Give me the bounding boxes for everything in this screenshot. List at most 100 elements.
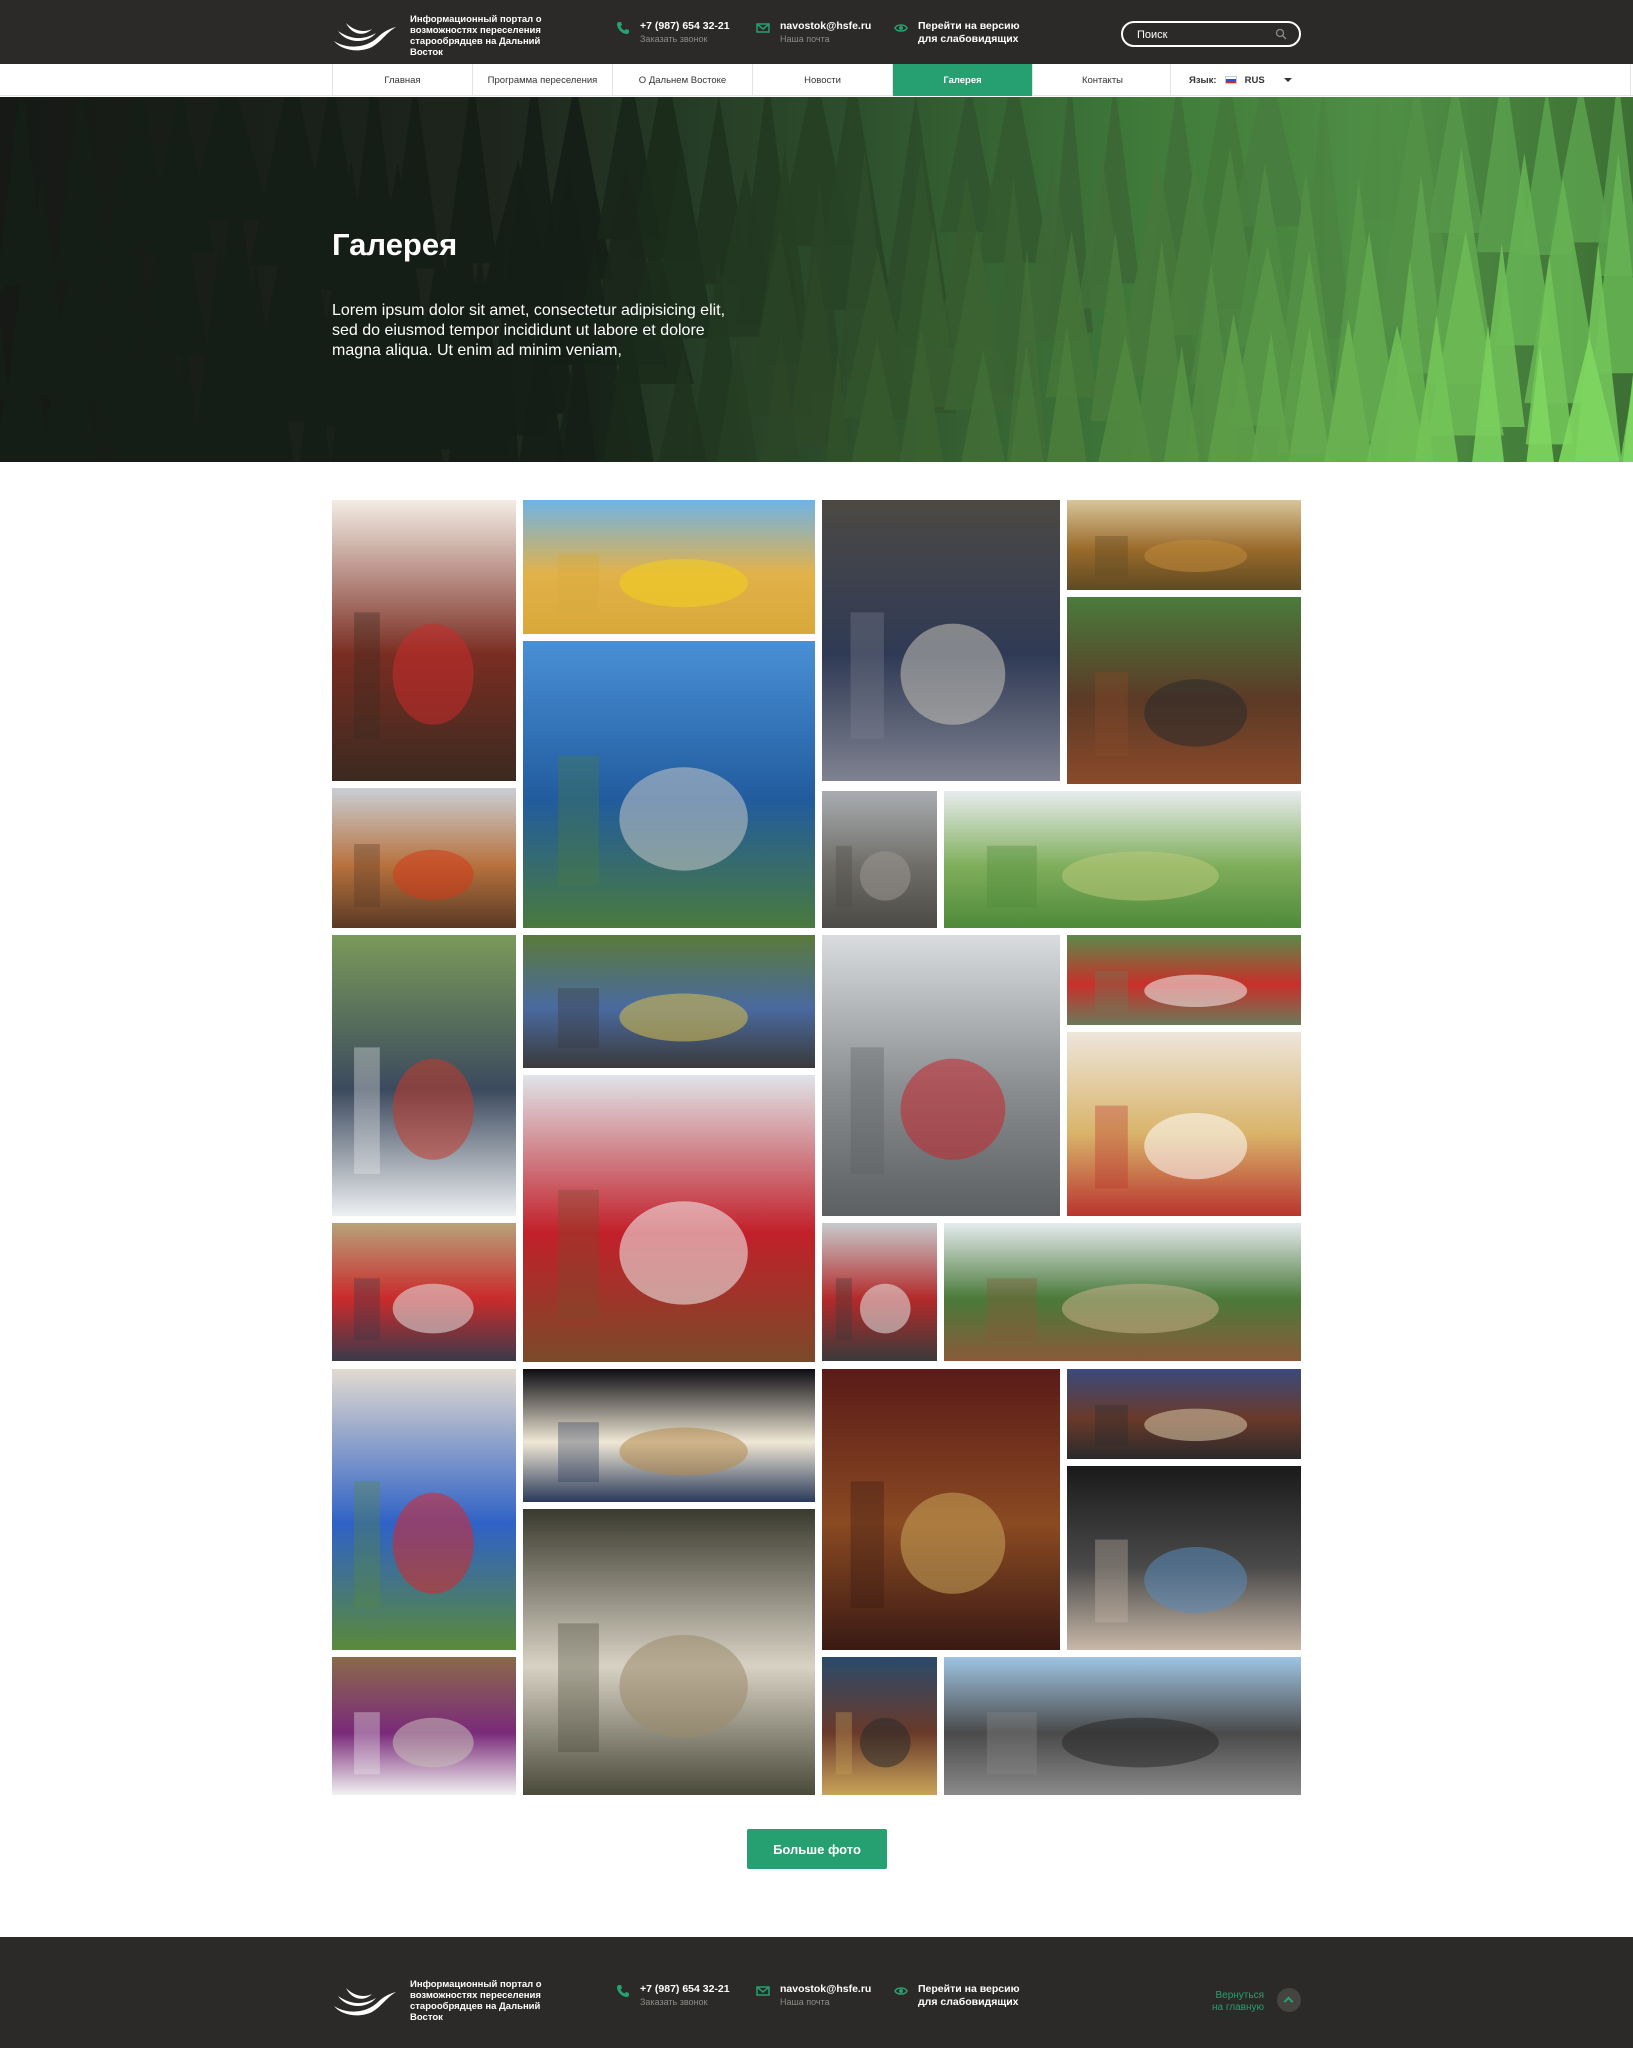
nav-item-gallery[interactable]: Галерея bbox=[892, 64, 1032, 96]
page-title: Галерея bbox=[332, 227, 458, 262]
photo-image bbox=[822, 500, 1060, 781]
search-box[interactable] bbox=[1121, 21, 1301, 47]
site-logo[interactable]: Информационный портал о возможностях пер… bbox=[332, 14, 570, 58]
forest-background bbox=[0, 97, 1633, 462]
photo-image bbox=[332, 1223, 516, 1361]
nav-item-home[interactable]: Главная bbox=[332, 64, 472, 96]
phone-icon bbox=[617, 1985, 629, 1997]
photo-image bbox=[944, 1657, 1301, 1795]
photo-image bbox=[332, 935, 516, 1216]
photo-image bbox=[523, 1369, 815, 1502]
nav-item-program[interactable]: Программа переселения bbox=[472, 64, 612, 96]
gallery-photo-red-car[interactable] bbox=[822, 1223, 937, 1361]
gallery-photo-tractor-plough[interactable] bbox=[1067, 597, 1301, 784]
footer-phone-contact[interactable]: +7 (987) 654 32-21 Заказать звонок bbox=[616, 1983, 730, 2009]
gallery-photo-parliament-building[interactable] bbox=[822, 935, 1060, 1216]
photo-image bbox=[822, 1369, 1060, 1650]
gallery-photo-harvester-field[interactable] bbox=[332, 788, 516, 928]
forest-tree-shape bbox=[187, 97, 271, 221]
nav-item-news[interactable]: Новости bbox=[752, 64, 892, 96]
nav-items: Главная Программа переселения О Дальнем … bbox=[332, 64, 1172, 96]
gallery-photo-food-table[interactable] bbox=[1067, 1032, 1301, 1216]
photo-image bbox=[822, 1657, 937, 1795]
gallery-photo-flags-wall[interactable] bbox=[332, 1369, 516, 1650]
mail-icon bbox=[756, 23, 770, 33]
hero-banner: Галерея Lorem ipsum dolor sit amet, cons… bbox=[0, 97, 1633, 462]
email-address: navostok@hsfe.ru bbox=[780, 20, 872, 32]
scroll-top-button[interactable] bbox=[1277, 1988, 1301, 2012]
gallery-photo-night-palace[interactable] bbox=[523, 1369, 815, 1502]
language-value: RUS bbox=[1244, 74, 1265, 86]
gallery-photo-hall-small[interactable] bbox=[822, 1657, 937, 1795]
gallery-photo-big-group[interactable] bbox=[332, 1223, 516, 1361]
nav-edge-divider bbox=[1630, 64, 1631, 96]
footer-logo[interactable]: Информационный портал о возможностях пер… bbox=[332, 1979, 570, 2023]
russia-flag-icon bbox=[1224, 76, 1237, 84]
gallery-photo-statue-city[interactable] bbox=[944, 1657, 1301, 1795]
gallery-photo-marble-fountain[interactable] bbox=[523, 1509, 815, 1795]
phone-icon bbox=[617, 22, 629, 34]
eye-icon bbox=[894, 1987, 908, 1995]
photo-image bbox=[332, 788, 516, 928]
chevron-up-icon bbox=[1283, 1996, 1294, 2007]
photo-image bbox=[944, 1223, 1301, 1361]
photo-image bbox=[1067, 1032, 1301, 1216]
accessibility-text: Перейти на версию для слабовидящих bbox=[918, 20, 1020, 45]
gallery-photo-red-plane[interactable] bbox=[1067, 935, 1301, 1025]
photo-image bbox=[1067, 935, 1301, 1025]
nav-item-far-east[interactable]: О Дальнем Востоке bbox=[612, 64, 752, 96]
phone-subtext: Заказать звонок bbox=[640, 34, 708, 44]
gallery-photo-island-bridge[interactable] bbox=[523, 641, 815, 928]
footer-email-contact[interactable]: navostok@hsfe.ru Наша почта bbox=[756, 1983, 871, 2009]
more-photos-button[interactable]: Больше фото bbox=[747, 1829, 887, 1869]
hero-description: Lorem ipsum dolor sit amet, consectetur … bbox=[332, 302, 726, 359]
photo-image bbox=[332, 1657, 516, 1795]
email-contact[interactable]: navostok@hsfe.ru Наша почта bbox=[756, 20, 871, 46]
accessibility-link[interactable]: Перейти на версию для слабовидящих bbox=[894, 20, 1028, 46]
chevron-down-icon bbox=[1284, 78, 1292, 82]
phone-number: +7 (987) 654 32-21 bbox=[640, 20, 730, 32]
gallery-photo-cockpit[interactable] bbox=[1067, 1466, 1301, 1650]
eye-icon bbox=[894, 24, 908, 32]
email-subtext: Наша почта bbox=[780, 34, 830, 44]
gallery-photo-hall-two-men[interactable] bbox=[1067, 1369, 1301, 1459]
bird-logo-icon bbox=[334, 23, 396, 51]
photo-image bbox=[1067, 1466, 1301, 1650]
search-icon[interactable] bbox=[1275, 28, 1287, 40]
gallery-photo-family-purple[interactable] bbox=[332, 1657, 516, 1795]
gallery-photo-group-steps[interactable] bbox=[822, 500, 1060, 781]
gallery-photo-green-fields[interactable] bbox=[944, 791, 1301, 928]
gallery-photo-palace-building[interactable] bbox=[822, 791, 937, 928]
photo-image bbox=[1067, 1369, 1301, 1459]
photo-image bbox=[523, 641, 815, 928]
photo-image bbox=[1067, 500, 1301, 590]
footer-email-address: navostok@hsfe.ru bbox=[780, 1983, 872, 1995]
gallery-photo-family-red-dress[interactable] bbox=[523, 1075, 815, 1362]
language-label: Язык: bbox=[1189, 74, 1217, 86]
gallery-photo-staircase-flag[interactable] bbox=[332, 500, 516, 781]
back-home-link[interactable]: Вернуться на главную bbox=[1204, 1990, 1264, 2014]
language-select[interactable]: Язык: RUS bbox=[1170, 64, 1300, 96]
phone-contact[interactable]: +7 (987) 654 32-21 Заказать звонок bbox=[616, 20, 730, 46]
footer-accessibility-text: Перейти на версию для слабовидящих bbox=[918, 1983, 1020, 2008]
footer-accessibility-link[interactable]: Перейти на версию для слабовидящих bbox=[894, 1983, 1028, 2009]
footer-phone-number: +7 (987) 654 32-21 bbox=[640, 1983, 730, 1995]
logo-text: Информационный портал о возможностях пер… bbox=[410, 14, 542, 58]
footer-email-subtext: Наша почта bbox=[780, 1997, 830, 2007]
photo-image bbox=[944, 791, 1301, 928]
gallery-photo-autumn-hills[interactable] bbox=[1067, 500, 1301, 590]
photo-image bbox=[523, 500, 815, 634]
page: Информационный портал о возможностях пер… bbox=[0, 0, 1633, 2048]
photo-image bbox=[332, 500, 516, 781]
mail-icon bbox=[756, 1986, 770, 1996]
nav-item-contacts[interactable]: Контакты bbox=[1032, 64, 1172, 96]
gallery-photo-combine-harvester[interactable] bbox=[523, 500, 815, 634]
photo-image bbox=[1067, 597, 1301, 784]
search-input[interactable] bbox=[1137, 26, 1267, 43]
footer-phone-subtext: Заказать звонок bbox=[640, 1997, 708, 2007]
gallery-photo-villa-house[interactable] bbox=[944, 1223, 1301, 1361]
gallery-photo-cornfield-group[interactable] bbox=[523, 935, 815, 1068]
gallery-photo-red-fireplace[interactable] bbox=[822, 1369, 1060, 1650]
footer-logo-text: Информационный портал о возможностях пер… bbox=[410, 1979, 542, 2023]
gallery-photo-dinner-table[interactable] bbox=[332, 935, 516, 1216]
